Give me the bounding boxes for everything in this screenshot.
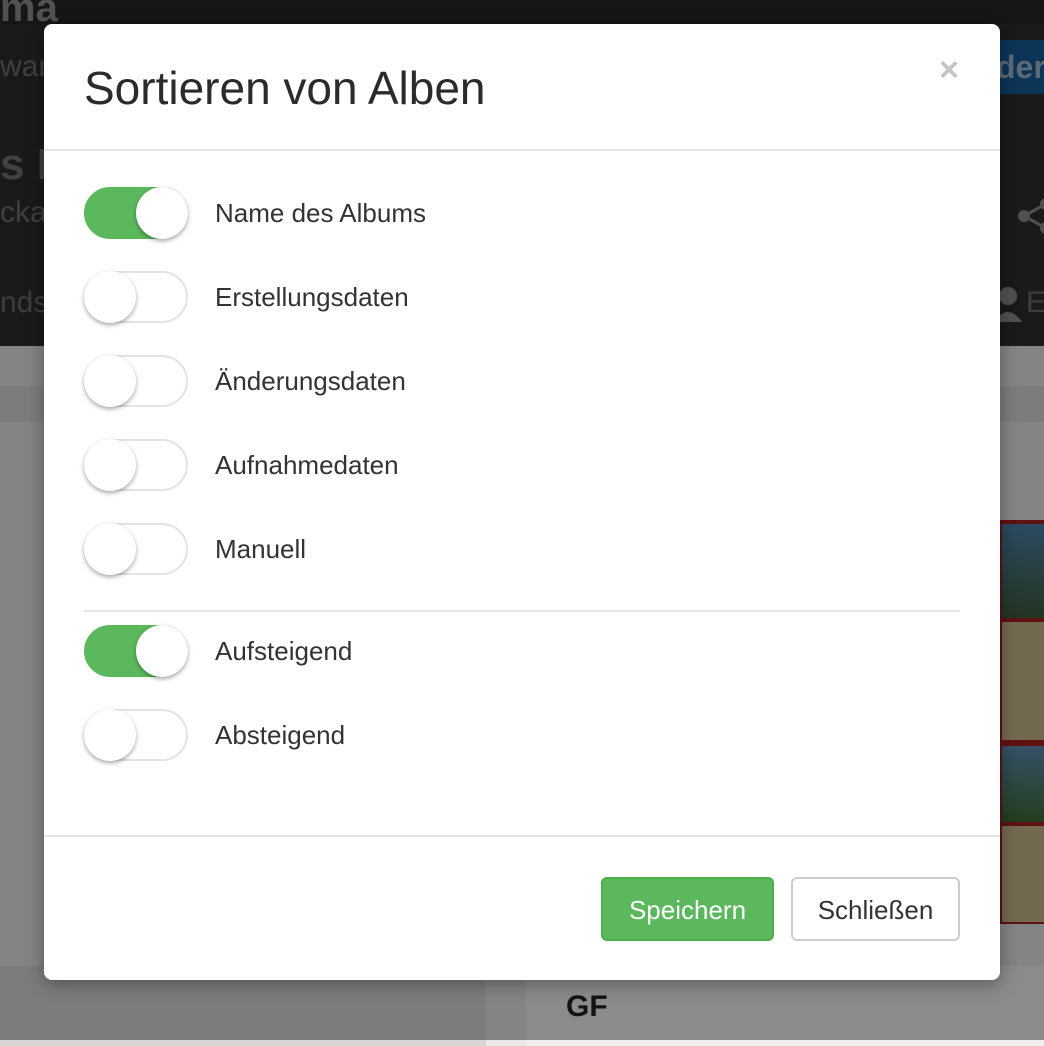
ascending-toggle[interactable]: [84, 625, 188, 677]
modal-body: Name des Albums Erstellungsdaten Änderun…: [44, 151, 1000, 835]
close-icon[interactable]: ×: [934, 52, 964, 88]
sort-option-label: Aufnahmedaten: [215, 450, 399, 480]
sort-option-label: Name des Albums: [215, 198, 426, 228]
sort-option-label: Änderungsdaten: [215, 366, 406, 396]
sort-option-label: Manuell: [215, 534, 307, 564]
modal-header: Sortieren von Alben ×: [44, 24, 1000, 151]
toggle-knob: [84, 709, 136, 761]
modal-footer: Speichern Schließen: [44, 835, 1000, 980]
sort-option-manual: Manuell: [84, 523, 944, 579]
order-option-descending: Absteigend: [84, 709, 944, 765]
order-option-label: Absteigend: [215, 720, 346, 750]
sort-option-label: Erstellungsdaten: [215, 282, 409, 312]
sort-option-created: Erstellungsdaten: [84, 271, 944, 327]
toggle-knob: [84, 271, 136, 323]
options-divider: [84, 610, 960, 612]
descending-toggle[interactable]: [84, 709, 188, 761]
sort-option-captured: Aufnahmedaten: [84, 439, 944, 495]
toggle-knob: [84, 355, 136, 407]
sort-name-toggle[interactable]: [84, 187, 188, 239]
sort-modified-toggle[interactable]: [84, 355, 188, 407]
modal-title: Sortieren von Alben: [84, 62, 486, 114]
toggle-knob: [84, 439, 136, 491]
sort-captured-toggle[interactable]: [84, 439, 188, 491]
toggle-knob: [84, 523, 136, 575]
toggle-knob: [136, 625, 188, 677]
sort-albums-modal: Sortieren von Alben × Name des Albums Er…: [44, 24, 1000, 980]
sort-created-toggle[interactable]: [84, 271, 188, 323]
order-option-label: Aufsteigend: [215, 636, 353, 666]
order-option-ascending: Aufsteigend: [84, 625, 944, 681]
close-button[interactable]: Schließen: [791, 877, 960, 941]
save-button[interactable]: Speichern: [601, 877, 774, 941]
sort-option-modified: Änderungsdaten: [84, 355, 944, 411]
sort-manual-toggle[interactable]: [84, 523, 188, 575]
sort-option-name: Name des Albums: [84, 187, 944, 243]
toggle-knob: [136, 187, 188, 239]
